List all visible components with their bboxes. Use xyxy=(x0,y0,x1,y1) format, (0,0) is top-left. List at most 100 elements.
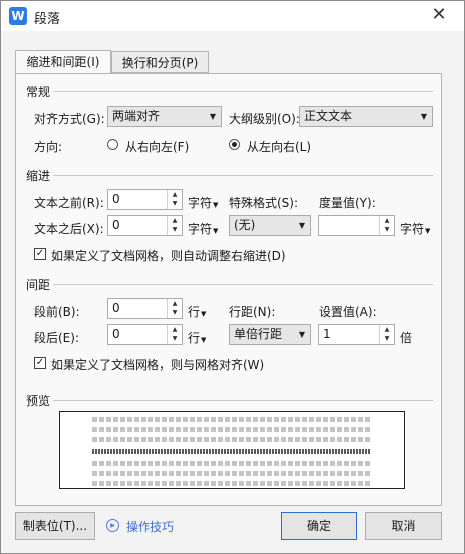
indent-before-unit-dropdown[interactable]: 字符▼ xyxy=(188,194,218,211)
preview-previous-line xyxy=(92,417,370,422)
indent-after-value: 0 xyxy=(112,218,120,232)
measure-unit-dropdown[interactable]: 字符▼ xyxy=(400,220,430,237)
preview-following-line xyxy=(92,471,370,476)
tips-link[interactable]: 操作技巧 xyxy=(126,518,174,535)
measure-unit: 字符 xyxy=(400,222,425,236)
space-after-unit-dropdown[interactable]: 行▼ xyxy=(188,329,206,346)
title-bar: W 段落 ✕ xyxy=(1,1,464,31)
preview-following-line xyxy=(92,461,370,466)
caret-down-icon: ▼ xyxy=(213,227,219,235)
section-spacing-title: 间距 xyxy=(26,278,51,292)
alignment-value: 两端对齐 xyxy=(112,109,161,123)
spacing-grid-checkbox[interactable]: ✓ xyxy=(34,357,46,369)
play-circle-icon[interactable]: ▶ xyxy=(106,519,119,532)
spin-down-icon[interactable]: ▼ xyxy=(168,334,182,343)
space-after-label: 段后(E): xyxy=(34,331,79,345)
outline-level-label: 大纲级别(O): xyxy=(229,112,300,126)
spin-buttons[interactable]: ▲ ▼ xyxy=(379,325,394,344)
indent-after-unit: 字符 xyxy=(188,222,213,236)
space-before-input[interactable]: 0 ▲ ▼ xyxy=(107,298,183,319)
alignment-select[interactable]: 两端对齐 ▼ xyxy=(107,106,222,127)
indent-before-value: 0 xyxy=(112,192,120,206)
section-indent-title: 缩进 xyxy=(26,169,51,183)
caret-down-icon: ▼ xyxy=(201,336,207,344)
spin-up-icon[interactable]: ▲ xyxy=(168,299,182,308)
space-before-label: 段前(B): xyxy=(34,305,80,319)
divider xyxy=(53,91,433,92)
chevron-down-icon: ▼ xyxy=(298,330,305,339)
chevron-down-icon: ▼ xyxy=(209,112,216,121)
setting-value: 1 xyxy=(323,327,331,341)
divider xyxy=(53,175,433,176)
outline-level-select[interactable]: 正文文本 ▼ xyxy=(299,106,433,127)
spin-up-icon[interactable]: ▲ xyxy=(380,216,394,225)
direction-ltr-label[interactable]: 从左向右(L) xyxy=(247,138,311,155)
preview-following-line xyxy=(92,481,370,486)
indent-after-input[interactable]: 0 ▲ ▼ xyxy=(107,215,183,236)
spin-down-icon[interactable]: ▼ xyxy=(380,334,394,343)
ok-button[interactable]: 确定 xyxy=(281,512,357,540)
spin-down-icon[interactable]: ▼ xyxy=(168,199,182,208)
spin-up-icon[interactable]: ▲ xyxy=(380,325,394,334)
space-after-unit: 行 xyxy=(188,331,201,345)
chevron-down-icon: ▼ xyxy=(420,112,427,121)
space-after-input[interactable]: 0 ▲ ▼ xyxy=(107,324,183,345)
wps-writer-icon: W xyxy=(9,7,27,25)
direction-label: 方向: xyxy=(34,140,63,154)
tab-stops-button[interactable]: 制表位(T)... xyxy=(15,512,95,540)
alignment-label: 对齐方式(G): xyxy=(34,112,105,126)
special-format-select[interactable]: (无) ▼ xyxy=(229,215,311,236)
outline-level-value: 正文文本 xyxy=(304,109,353,123)
line-spacing-select[interactable]: 单倍行距 ▼ xyxy=(229,324,311,345)
caret-down-icon: ▼ xyxy=(213,201,219,209)
spin-down-icon[interactable]: ▼ xyxy=(380,225,394,234)
divider xyxy=(53,284,433,285)
space-after-value: 0 xyxy=(112,327,120,341)
spin-up-icon[interactable]: ▲ xyxy=(168,190,182,199)
spin-buttons[interactable]: ▲ ▼ xyxy=(167,299,182,318)
spin-buttons[interactable]: ▲ ▼ xyxy=(379,216,394,235)
setting-value-label: 设置值(A): xyxy=(319,305,377,319)
space-before-unit: 行 xyxy=(188,305,201,319)
indent-after-unit-dropdown[interactable]: 字符▼ xyxy=(188,220,218,237)
indent-after-label: 文本之后(X): xyxy=(34,222,104,236)
section-general-title: 常规 xyxy=(26,85,51,99)
spin-up-icon[interactable]: ▲ xyxy=(168,216,182,225)
close-icon[interactable]: ✕ xyxy=(428,4,450,26)
cancel-button[interactable]: 取消 xyxy=(365,512,442,540)
direction-rtl-label[interactable]: 从右向左(F) xyxy=(125,138,189,155)
indent-before-label: 文本之前(R): xyxy=(34,196,104,210)
special-format-label: 特殊格式(S): xyxy=(229,196,299,210)
tab-indent-spacing[interactable]: 缩进和间距(I) xyxy=(15,50,111,74)
space-before-value: 0 xyxy=(112,301,120,315)
section-preview-title: 预览 xyxy=(26,394,51,408)
indent-before-input[interactable]: 0 ▲ ▼ xyxy=(107,189,183,210)
divider xyxy=(53,400,433,401)
preview-previous-line xyxy=(92,427,370,432)
spin-buttons[interactable]: ▲ ▼ xyxy=(167,216,182,235)
spin-buttons[interactable]: ▲ ▼ xyxy=(167,325,182,344)
measure-label: 度量值(Y): xyxy=(319,196,376,210)
spin-down-icon[interactable]: ▼ xyxy=(168,225,182,234)
tab-line-page-breaks[interactable]: 换行和分页(P) xyxy=(111,51,209,73)
spin-buttons[interactable]: ▲ ▼ xyxy=(167,190,182,209)
caret-down-icon: ▼ xyxy=(425,227,431,235)
paragraph-dialog: W 段落 ✕ 缩进和间距(I) 换行和分页(P) 常规 对齐方式(G): 两端对… xyxy=(0,0,465,554)
indent-grid-checkbox-label[interactable]: 如果定义了文档网格，则自动调整右缩进(D) xyxy=(51,247,286,264)
direction-ltr-radio[interactable] xyxy=(229,139,240,150)
preview-previous-line xyxy=(92,437,370,442)
setting-value-unit: 倍 xyxy=(400,331,413,345)
paragraph-preview xyxy=(59,411,405,489)
preview-current-line xyxy=(92,449,370,454)
caret-down-icon: ▼ xyxy=(201,310,207,318)
direction-rtl-radio[interactable] xyxy=(107,139,118,150)
line-spacing-label: 行距(N): xyxy=(229,305,276,319)
dialog-title: 段落 xyxy=(34,12,61,27)
space-before-unit-dropdown[interactable]: 行▼ xyxy=(188,303,206,320)
spin-up-icon[interactable]: ▲ xyxy=(168,325,182,334)
spacing-grid-checkbox-label[interactable]: 如果定义了文档网格，则与网格对齐(W) xyxy=(51,356,264,373)
measure-input[interactable]: ▲ ▼ xyxy=(318,215,395,236)
indent-grid-checkbox[interactable]: ✓ xyxy=(34,248,46,260)
spin-down-icon[interactable]: ▼ xyxy=(168,308,182,317)
setting-value-input[interactable]: 1 ▲ ▼ xyxy=(318,324,395,345)
